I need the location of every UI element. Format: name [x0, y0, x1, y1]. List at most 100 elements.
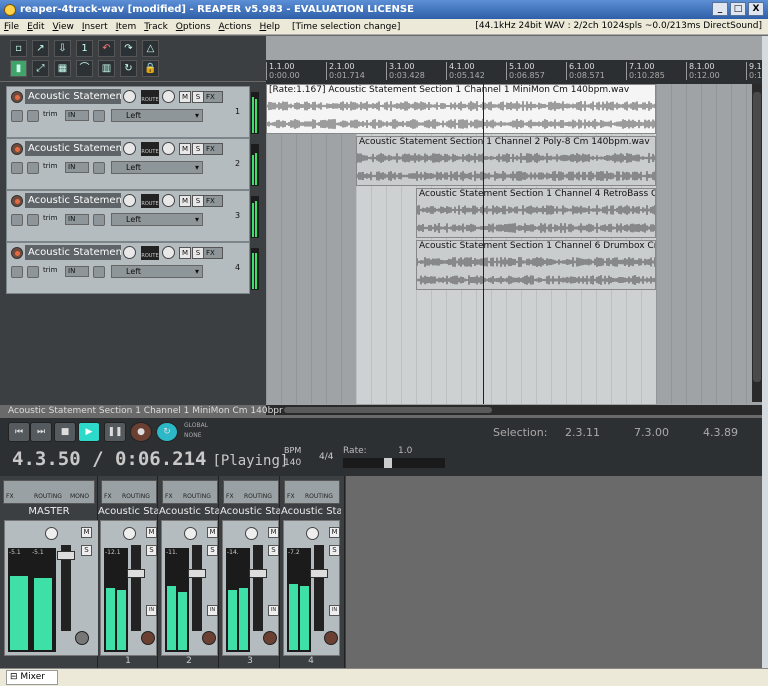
routing-button[interactable]: ROUTING [183, 493, 211, 500]
track-header-3[interactable]: Acoustic Statement ROUTE M S FX trim IN … [6, 190, 250, 242]
pan-knob[interactable] [45, 527, 58, 540]
fx-button[interactable]: FX [203, 247, 223, 259]
solo-button[interactable]: S [207, 545, 218, 556]
solo-button[interactable]: S [268, 545, 279, 556]
record-arm-button[interactable] [11, 91, 23, 103]
fx-button[interactable]: FX [165, 493, 173, 500]
open-project-icon[interactable]: ↗ [32, 40, 49, 57]
ruler-mark[interactable]: 8.1.00 0:12.00 [686, 62, 720, 80]
fader-handle[interactable] [249, 569, 267, 578]
pan-knob[interactable] [162, 246, 175, 259]
record-arm-button[interactable] [202, 631, 216, 645]
phase-icon[interactable] [93, 266, 105, 278]
ruler-mark[interactable]: 6.1.00 0:08.571 [566, 62, 605, 80]
input-button[interactable]: IN [65, 110, 89, 121]
input-button[interactable]: IN [329, 605, 340, 616]
route-button[interactable]: ROUTE [141, 246, 159, 260]
envelope-icon[interactable] [27, 214, 39, 226]
input-button[interactable]: IN [207, 605, 218, 616]
automation-mode-label[interactable]: trim [43, 214, 57, 222]
pan-knob[interactable] [162, 90, 175, 103]
ruler-mark[interactable]: 4.1.00 0:05.142 [446, 62, 485, 80]
record-button[interactable]: ● [130, 422, 152, 442]
input-button[interactable]: IN [65, 214, 89, 225]
maximize-button[interactable]: □ [730, 2, 746, 16]
strip-name[interactable]: Acoustic Sta [159, 504, 219, 519]
pan-knob[interactable] [184, 527, 197, 540]
fx-button[interactable]: FX [6, 493, 14, 500]
fader-handle[interactable] [127, 569, 145, 578]
track-lanes[interactable]: [Rate:1.167] Acoustic Statement Section … [266, 84, 752, 404]
fader-handle[interactable] [57, 551, 75, 560]
project-settings-icon[interactable]: 1 [76, 40, 93, 57]
fx-button[interactable]: FX [104, 493, 112, 500]
metronome-icon[interactable]: △ [142, 40, 159, 57]
selection-end[interactable]: 7.3.00 [634, 426, 669, 439]
scroll-thumb[interactable] [284, 407, 492, 413]
media-item-4[interactable]: Acoustic Statement Section 1 Channel 6 D… [416, 240, 656, 290]
undo-icon[interactable]: ↶ [98, 40, 115, 57]
record-arm-button[interactable] [263, 631, 277, 645]
volume-fader[interactable] [253, 545, 263, 631]
menu-item[interactable]: Item [112, 22, 141, 32]
play-cursor[interactable] [483, 84, 484, 404]
track-name[interactable]: Acoustic Statement [25, 89, 121, 104]
record-arm-button[interactable] [11, 195, 23, 207]
automation-mode-label[interactable]: trim [43, 162, 57, 170]
gear-icon[interactable] [75, 631, 89, 645]
loop-icon[interactable]: ↻ [120, 60, 137, 77]
ruler-mark[interactable]: 3.1.00 0:03.428 [386, 62, 425, 80]
mixer-tab[interactable]: ⊟ Mixer [6, 670, 58, 685]
media-item-3[interactable]: Acoustic Statement Section 1 Channel 4 R… [416, 188, 656, 238]
track-header-4[interactable]: Acoustic Statement ROUTE M S FX trim IN … [6, 242, 250, 294]
timeline-ruler[interactable]: 1.1.00 0:00.00 2.1.00 0:01.714 3.1.00 0:03.42… [266, 60, 768, 84]
record-arm-button[interactable] [11, 247, 23, 259]
route-button[interactable]: ROUTE [141, 194, 159, 208]
mute-button[interactable]: M [207, 527, 218, 538]
mono-button[interactable]: MONO [70, 493, 89, 500]
mute-button[interactable]: M [179, 247, 191, 259]
routing-button[interactable]: ROUTING [34, 493, 62, 500]
automation-mode-none[interactable]: NONE [184, 432, 202, 439]
input-button[interactable]: IN [268, 605, 279, 616]
volume-knob[interactable] [123, 246, 136, 259]
pan-knob[interactable] [162, 194, 175, 207]
mute-button[interactable]: M [268, 527, 279, 538]
input-channel-select[interactable]: Left [111, 213, 203, 226]
input-button[interactable]: IN [65, 266, 89, 277]
stop-button[interactable]: ■ [54, 422, 76, 442]
volume-fader[interactable] [192, 545, 202, 631]
strip-name[interactable]: Acoustic Sta [98, 504, 158, 519]
pan-knob[interactable] [306, 527, 319, 540]
playrate-slider[interactable] [343, 458, 445, 468]
mute-button[interactable]: M [329, 527, 340, 538]
envelope-icon[interactable] [27, 110, 39, 122]
repeat-button[interactable]: ↻ [156, 422, 178, 442]
go-to-start-button[interactable]: ⏮ [8, 422, 30, 442]
volume-knob[interactable] [123, 142, 136, 155]
fx-button[interactable]: FX [203, 91, 223, 103]
scroll-thumb[interactable] [753, 92, 761, 382]
new-project-icon[interactable]: ▫ [10, 40, 27, 57]
route-button[interactable]: ROUTE [141, 142, 159, 156]
grid-snap-icon[interactable]: ▮ [10, 60, 27, 77]
solo-button[interactable]: S [81, 545, 92, 556]
ruler-mark[interactable]: 9.1 0:1 [746, 62, 762, 80]
fx-button[interactable]: FX [203, 195, 223, 207]
pan-knob[interactable] [162, 142, 175, 155]
phase-icon[interactable] [93, 214, 105, 226]
mute-button[interactable]: M [81, 527, 92, 538]
pan-knob[interactable] [123, 527, 136, 540]
vertical-scrollbar[interactable] [752, 84, 762, 402]
track-name[interactable]: Acoustic Statement [25, 141, 121, 156]
record-arm-button[interactable] [324, 631, 338, 645]
automation-mode-label[interactable]: trim [43, 266, 57, 274]
input-button[interactable]: IN [65, 162, 89, 173]
record-monitor-icon[interactable] [11, 110, 23, 122]
ripple-edit-icon[interactable]: ⤢ [32, 60, 49, 77]
pause-button[interactable]: ❚❚ [104, 422, 126, 442]
fx-button[interactable]: FX [203, 143, 223, 155]
item-grouping-icon[interactable]: ▦ [54, 60, 71, 77]
record-monitor-icon[interactable] [11, 162, 23, 174]
route-button[interactable]: ROUTE [141, 90, 159, 104]
